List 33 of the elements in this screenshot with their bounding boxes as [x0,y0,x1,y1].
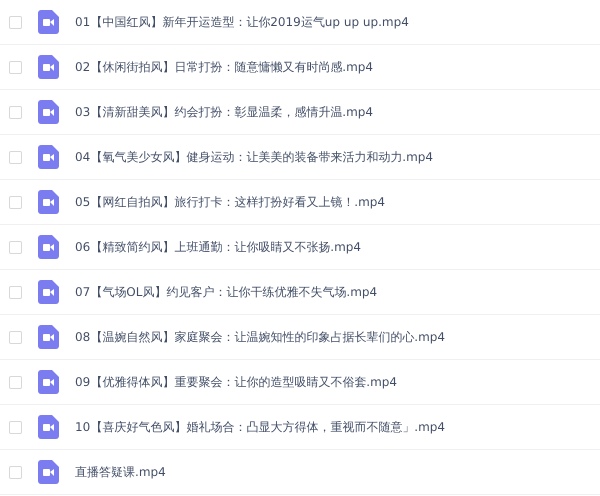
file-name[interactable]: 06【精致简约风】上班通勤：让你吸睛又不张扬.mp4 [75,238,362,256]
checkbox[interactable] [9,376,22,388]
video-file-icon [38,100,59,124]
file-name[interactable]: 09【优雅得体风】重要聚会：让你的造型吸睛又不俗套.mp4 [75,374,398,390]
checkbox[interactable] [9,286,22,298]
file-name[interactable]: 01【中国红风】新年开运造型：让你2019运气up up up.mp4 [75,14,409,30]
checkbox[interactable] [9,330,22,344]
video-file-icon [38,415,59,439]
file-name[interactable]: 03【清新甜美风】约会打扮：彰显温柔，感情升温.mp4 [75,104,374,120]
video-file-icon [38,325,59,349]
video-file-icon [38,190,59,214]
checkbox[interactable] [9,16,22,28]
checkbox[interactable] [9,466,22,478]
video-file-icon [38,280,59,304]
checkbox[interactable] [9,196,22,208]
file-name[interactable]: 04【氧气美少女风】健身运动：让美美的装备带来活力和动力.mp4 [75,148,434,166]
video-file-icon [38,460,59,484]
file-name[interactable]: 10【喜庆好气色风】婚礼场合：凸显大方得体，重视而不随意」.mp4 [75,418,446,436]
file-name[interactable]: 02【休闲街拍风】日常打扮：随意慵懒又有时尚感.mp4 [75,58,374,76]
checkbox[interactable] [9,106,22,118]
checkbox[interactable] [9,60,22,74]
file-name[interactable]: 07【气场OL风】约见客户：让你干练优雅不失气场.mp4 [75,284,378,300]
file-name[interactable]: 直播答疑课.mp4 [75,464,166,480]
checkbox[interactable] [9,420,22,434]
video-file-icon [38,145,59,169]
file-name[interactable]: 08【温婉自然风】家庭聚会：让温婉知性的印象占据长辈们的心.mp4 [75,328,446,346]
video-file-icon [38,370,59,394]
file-name[interactable]: 05【网红自拍风】旅行打卡：这样打扮好看又上镜！.mp4 [75,194,386,210]
video-file-icon [38,235,59,259]
video-file-icon [38,55,59,79]
video-file-icon [38,10,59,34]
checkbox[interactable] [9,240,22,254]
checkbox[interactable] [9,150,22,164]
